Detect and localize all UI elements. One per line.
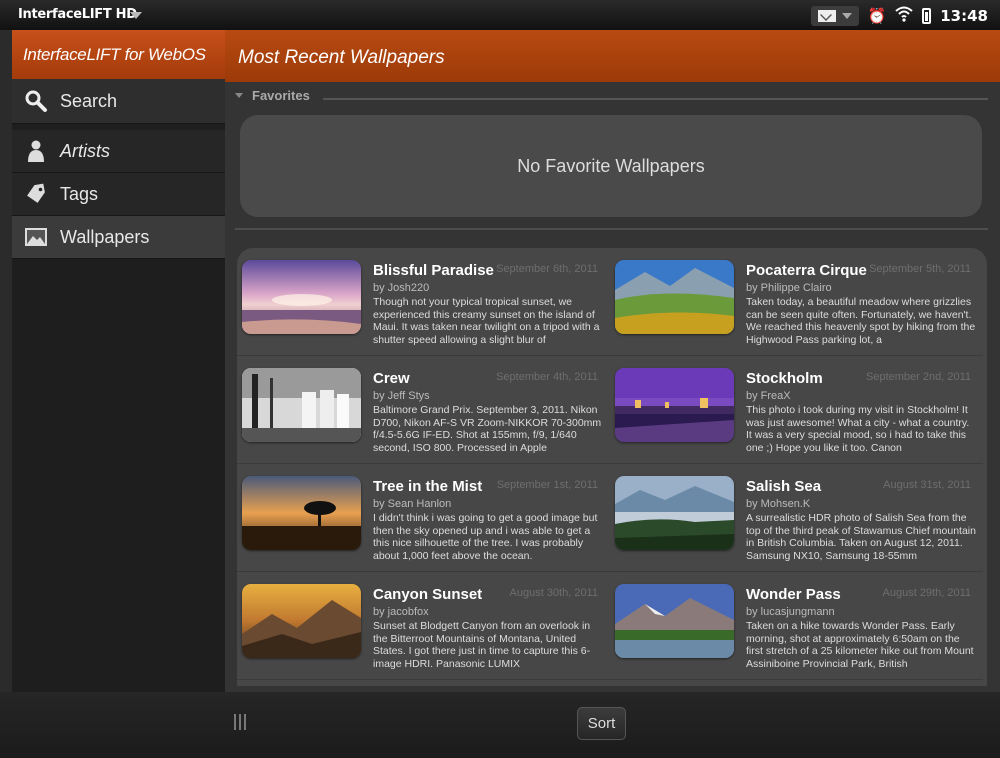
wallpaper-title: Stockholm <box>746 370 823 387</box>
wallpaper-author: by lucasjungmann <box>746 606 835 618</box>
sort-button[interactable]: Sort <box>577 707 626 740</box>
status-icons: ⏰ 13:48 <box>810 5 988 27</box>
tag-icon <box>24 182 48 206</box>
wallpaper-date: August 29th, 2011 <box>882 587 971 599</box>
sidebar-item-wallpapers[interactable]: Wallpapers <box>12 216 225 259</box>
wallpaper-description: Sunset at Blodgett Canyon from an overlo… <box>373 620 591 670</box>
wallpaper-title: Blissful Paradise <box>373 262 494 279</box>
wallpaper-item[interactable]: Crew September 4th, 2011 by Jeff Stys Ba… <box>237 356 610 464</box>
wallpaper-author: by Jeff Stys <box>373 390 430 402</box>
wallpaper-title: Tree in the Mist <box>373 478 483 495</box>
app-menu-title[interactable]: InterfaceLIFT HD <box>18 7 137 22</box>
wallpaper-thumbnail <box>615 476 734 550</box>
mail-icon <box>817 10 836 22</box>
wallpaper-description: Baltimore Grand Prix. September 3, 2011.… <box>373 404 602 454</box>
wallpaper-date: September 1st, 2011 <box>496 479 598 491</box>
drag-handle-icon[interactable] <box>234 714 246 730</box>
sidebar-item-label: Search <box>60 90 118 111</box>
wallpaper-date: September 2nd, 2011 <box>866 371 971 383</box>
sidebar-item-search[interactable]: Search <box>12 79 225 124</box>
wallpaper-thumbnail <box>242 584 361 658</box>
wallpaper-item[interactable]: Salish Sea August 31st, 2011 by Mohsen.K… <box>610 464 983 572</box>
clock: 13:48 <box>940 7 988 25</box>
wallpaper-thumbnail <box>242 476 361 550</box>
wifi-icon <box>895 6 913 27</box>
app-screen: InterfaceLIFT HD ⏰ 13:48 InterfaceLIFT f… <box>0 0 1000 758</box>
wallpaper-author: by Philippe Clairo <box>746 282 832 294</box>
image-icon <box>24 225 48 249</box>
wallpaper-thumbnail <box>242 368 361 442</box>
sidebar-item-label: Tags <box>60 183 99 204</box>
wallpaper-title: Salish Sea <box>746 478 822 495</box>
main-panel: Most Recent Wallpapers Favorites No Favo… <box>225 30 1000 692</box>
wallpaper-thumbnail <box>615 260 734 334</box>
wallpaper-author: by jacobfox <box>373 606 429 618</box>
search-icon <box>24 89 48 113</box>
favorites-empty-text: No Favorite Wallpapers <box>517 155 705 176</box>
wallpaper-date: August 31st, 2011 <box>883 479 971 491</box>
bottom-toolbar: Sort <box>0 692 1000 758</box>
wallpaper-item[interactable]: Pocaterra Cirque September 5th, 2011 by … <box>610 248 983 356</box>
battery-icon <box>922 8 932 24</box>
wallpaper-item[interactable]: Blissful Paradise September 6th, 2011 by… <box>237 248 610 356</box>
wallpaper-title: Pocaterra Cirque <box>746 262 867 279</box>
wallpaper-description: I didn't think i was going to get a good… <box>373 512 598 562</box>
wallpaper-title: Canyon Sunset <box>373 586 483 603</box>
wallpaper-description: Taken on a hike towards Wonder Pass. Ear… <box>746 620 974 670</box>
wallpaper-thumbnail <box>615 368 734 442</box>
collapse-triangle-icon <box>235 93 243 98</box>
wallpaper-date: August 30th, 2011 <box>509 587 598 599</box>
wallpaper-date: September 4th, 2011 <box>496 371 598 383</box>
status-bar: InterfaceLIFT HD ⏰ 13:48 <box>0 0 1000 30</box>
sidebar-item-tags[interactable]: Tags <box>12 173 225 216</box>
wallpaper-item[interactable]: Canyon Sunset August 30th, 2011 by jacob… <box>237 572 610 680</box>
wallpaper-author: by Mohsen.K <box>746 498 811 510</box>
app-menu-caret-icon[interactable] <box>130 12 142 19</box>
wallpaper-description: A surrealistic HDR photo of Salish Sea f… <box>746 512 976 562</box>
sidebar-title: InterfaceLIFT for WebOS <box>12 30 225 79</box>
divider <box>235 228 988 230</box>
wallpaper-date: September 6th, 2011 <box>496 263 598 275</box>
wallpaper-item[interactable]: Wonder Pass August 29th, 2011 by lucasju… <box>610 572 983 680</box>
favorites-header[interactable]: Favorites <box>235 88 310 103</box>
alarm-icon: ⏰ <box>867 7 887 25</box>
wallpaper-author: by Sean Hanlon <box>373 498 452 510</box>
sidebar: InterfaceLIFT for WebOS Search Artists T… <box>12 30 225 692</box>
sidebar-item-label: Wallpapers <box>60 226 150 247</box>
wallpaper-title: Wonder Pass <box>746 586 841 603</box>
wallpaper-description: Taken today, a beautiful meadow where gr… <box>746 296 976 346</box>
wallpaper-description: This photo i took during my visit in Sto… <box>746 404 970 454</box>
wallpaper-author: by Josh220 <box>373 282 430 294</box>
chevron-down-icon <box>841 13 852 19</box>
sidebar-item-label: Artists <box>60 140 111 161</box>
wallpaper-item[interactable]: Stockholm September 2nd, 2011 by FreaX T… <box>610 356 983 464</box>
notification-button[interactable] <box>810 6 859 26</box>
sidebar-item-artists[interactable]: Artists <box>12 130 225 173</box>
wallpaper-list: Blissful Paradise September 6th, 2011 by… <box>237 248 987 686</box>
wallpaper-title: Crew <box>373 370 410 387</box>
favorites-label: Favorites <box>252 88 310 103</box>
wallpaper-thumbnail <box>242 260 361 334</box>
page-title: Most Recent Wallpapers <box>225 30 1000 82</box>
person-icon <box>24 139 48 163</box>
wallpaper-date: September 5th, 2011 <box>869 263 971 275</box>
wallpaper-author: by FreaX <box>746 390 791 402</box>
favorites-empty-box: No Favorite Wallpapers <box>240 115 982 217</box>
wallpaper-description: Though not your typical tropical sunset,… <box>373 296 600 346</box>
divider <box>323 98 988 100</box>
wallpaper-item[interactable]: Tree in the Mist September 1st, 2011 by … <box>237 464 610 572</box>
wallpaper-thumbnail <box>615 584 734 658</box>
